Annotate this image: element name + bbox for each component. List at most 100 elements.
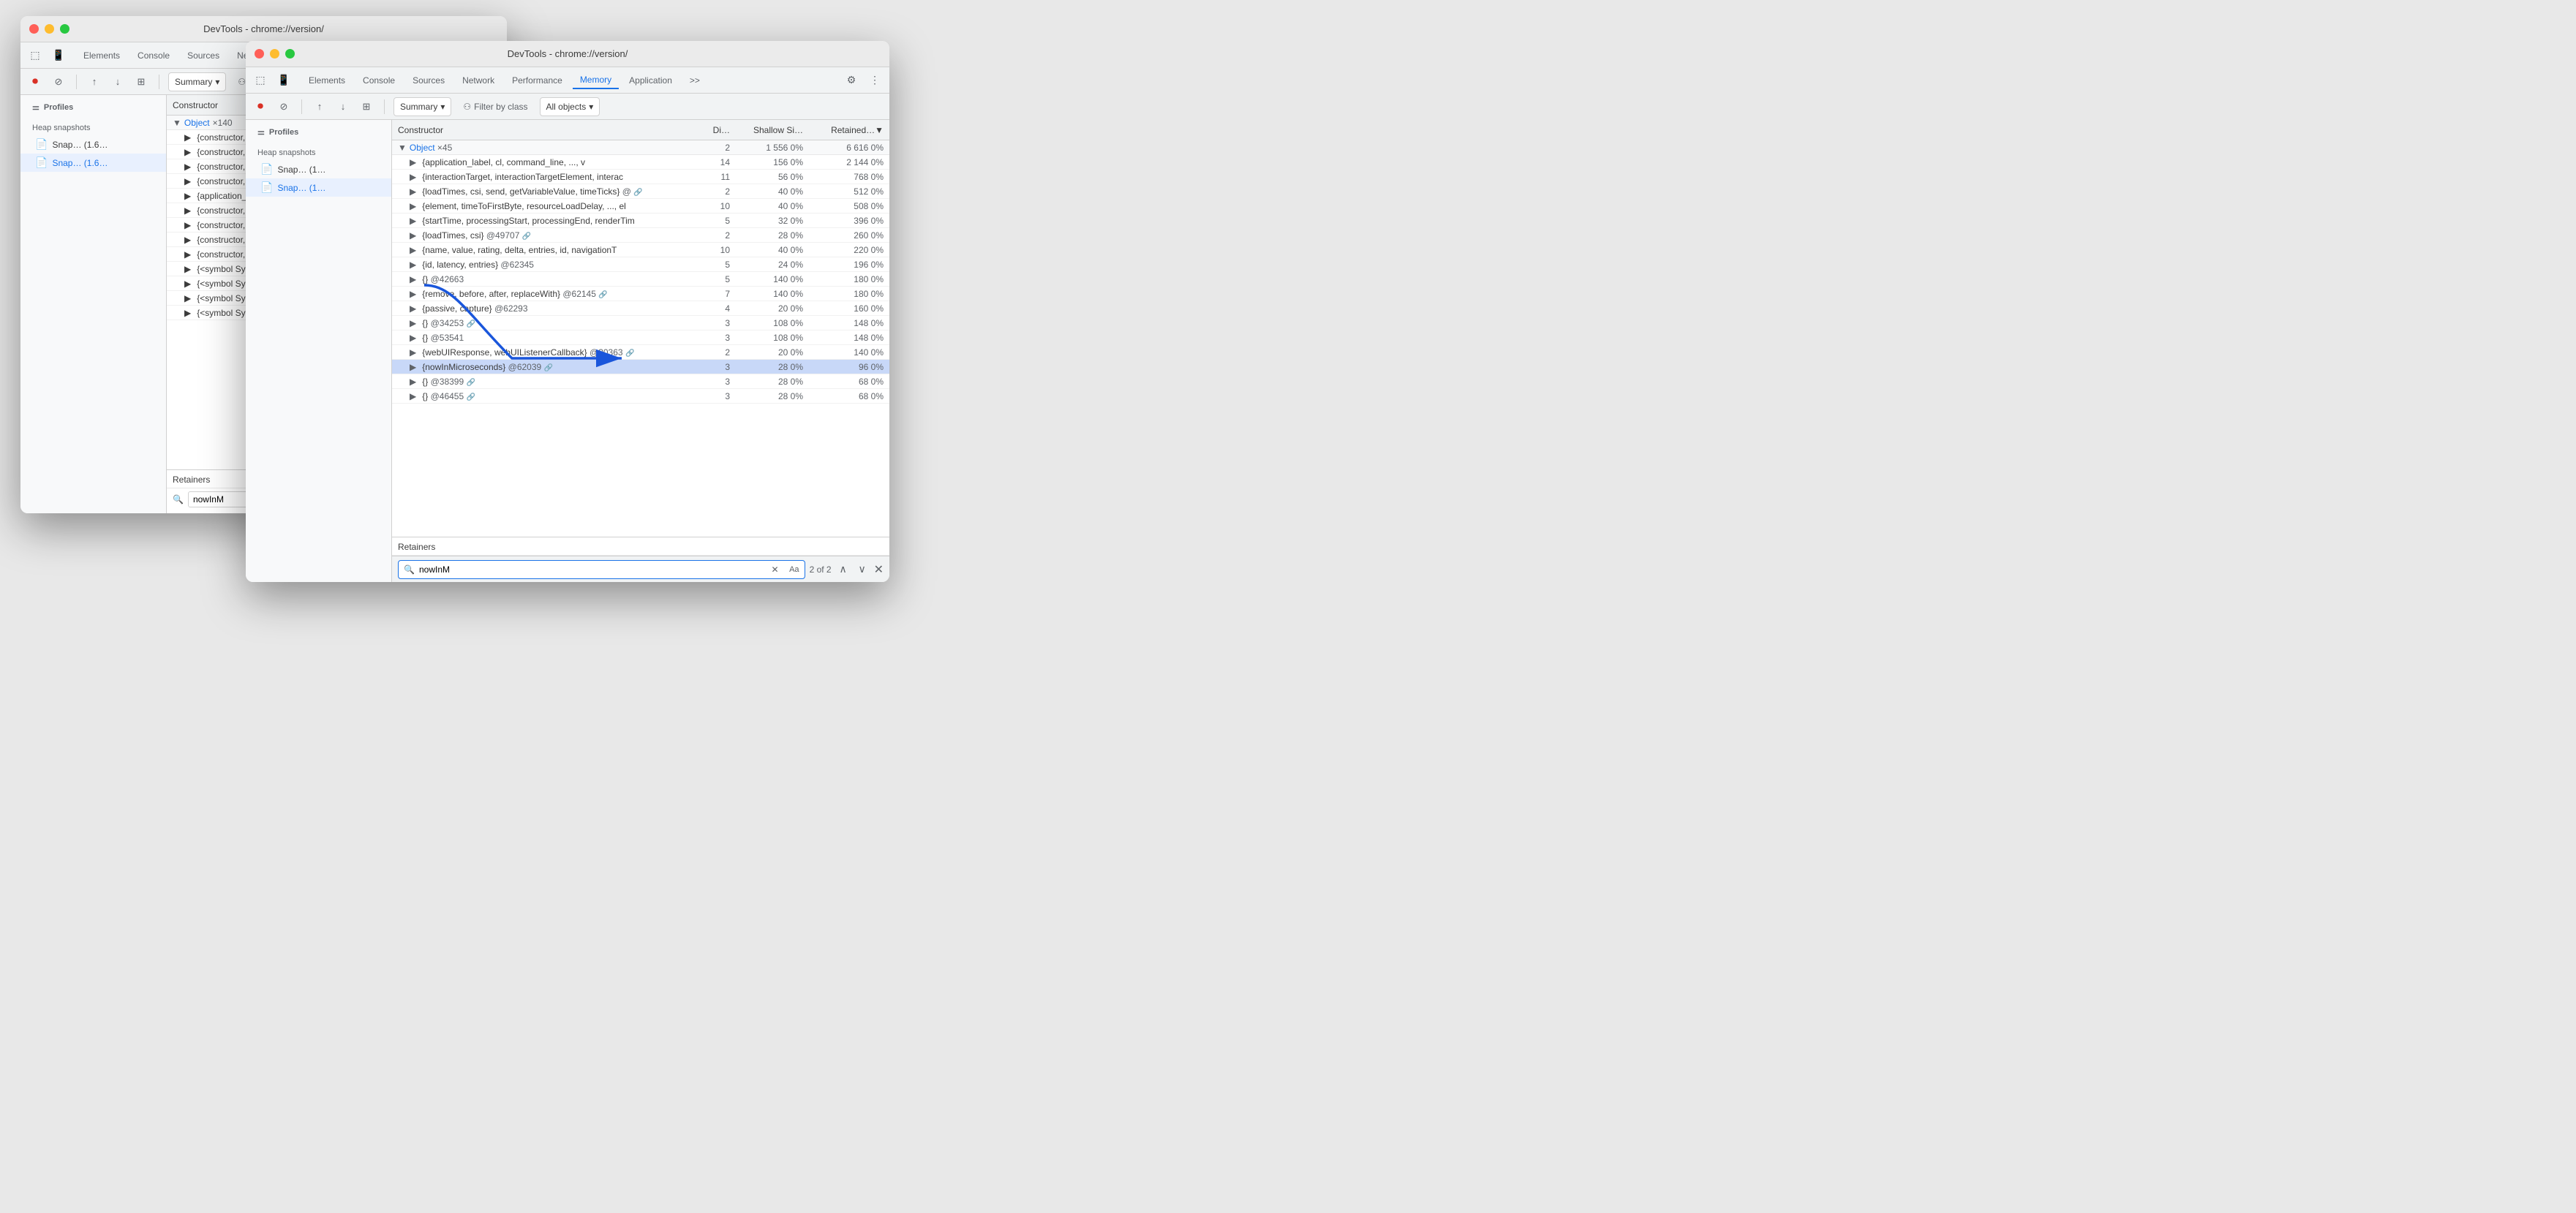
search-aa-btn[interactable]: Aa: [789, 565, 799, 574]
data-row-10: ▶{remove, before, after, replaceWith} @6…: [392, 287, 889, 301]
sidebar-adjust-icon: ⚌: [32, 102, 39, 112]
close-button-2[interactable]: [255, 49, 264, 58]
titlebar-1: DevTools - chrome://version/: [20, 16, 507, 42]
inspect-icon[interactable]: ⬚: [26, 47, 44, 64]
tab-more-2[interactable]: >>: [682, 72, 707, 88]
snapshot-icon-2a: 📄: [260, 163, 273, 175]
settings-icon-2[interactable]: ⚙: [843, 72, 860, 89]
row-sh-13: 108 0%: [730, 333, 803, 343]
summary-dropdown-2[interactable]: Summary ▾: [393, 97, 451, 116]
retainers-search-icon-1: 🔍: [173, 494, 184, 505]
row-c-5: ▶{startTime, processingStart, processing…: [398, 216, 701, 226]
snapshot-item-2a[interactable]: 📄 Snap… (1…: [246, 160, 391, 178]
sidebar-profiles-title-2: ⚌ Profiles: [246, 120, 391, 141]
row-di-11: 4: [701, 303, 730, 314]
row-c-8: ▶{id, latency, entries} @62345: [398, 260, 701, 270]
expand-arrow-2[interactable]: ▼: [398, 143, 407, 153]
minimize-button-1[interactable]: [45, 24, 54, 34]
snapshot-label-2b: Snap… (1…: [277, 183, 325, 193]
filter-icon-1: ⚇: [238, 77, 246, 87]
data-row-9: ▶{} @42663 5 140 0% 180 0%: [392, 272, 889, 287]
tab-memory-2[interactable]: Memory: [573, 72, 619, 89]
download-btn-2[interactable]: ↓: [334, 98, 352, 116]
expand-arrow-1[interactable]: ▼: [173, 118, 181, 128]
minimize-button-2[interactable]: [270, 49, 279, 58]
search-icon-2: 🔍: [404, 564, 415, 575]
tab-elements-2[interactable]: Elements: [301, 72, 353, 88]
row-sh-16: 28 0%: [730, 377, 803, 387]
search-input-2[interactable]: [398, 560, 805, 579]
row-sh-9: 140 0%: [730, 274, 803, 284]
collect-btn-1[interactable]: ⊞: [132, 73, 150, 91]
search-bar-2: 🔍 ✕ Aa 2 of 2 ∧ ∨ ✕: [392, 556, 889, 582]
clear-btn-2[interactable]: ⊘: [275, 98, 293, 116]
obj-retained: 6 616 0%: [803, 143, 884, 153]
data-row-7: ▶{name, value, rating, delta, entries, i…: [392, 243, 889, 257]
tab-console-2[interactable]: Console: [355, 72, 402, 88]
tab-console-1[interactable]: Console: [130, 48, 177, 64]
search-clear-btn[interactable]: ✕: [772, 564, 779, 575]
devtools-icons-left-2: ⬚ 📱: [252, 72, 293, 89]
main-content-2: Constructor Di… Shallow Si… Retained…▼ ▼…: [392, 120, 889, 582]
window-controls-1[interactable]: [29, 24, 69, 34]
tab-elements-1[interactable]: Elements: [76, 48, 127, 64]
tab-sources-1[interactable]: Sources: [180, 48, 227, 64]
data-row-16: ▶{} @38399 🔗 3 28 0% 68 0%: [392, 374, 889, 389]
sidebar-1: ⚌ Profiles Heap snapshots 📄 Snap… (1.6… …: [20, 95, 167, 513]
col-di-2: Di…: [701, 125, 730, 135]
tab-performance-2[interactable]: Performance: [505, 72, 570, 88]
row-rt-3: 512 0%: [803, 186, 884, 197]
separator-4: [384, 99, 385, 114]
upload-btn-1[interactable]: ↑: [86, 73, 103, 91]
sidebar-adjust-icon-2: ⚌: [257, 127, 265, 137]
more-icon-2[interactable]: ⋮: [866, 72, 884, 89]
window-controls-2[interactable]: [255, 49, 295, 58]
collect-btn-2[interactable]: ⊞: [358, 98, 375, 116]
device-icon-2[interactable]: 📱: [275, 72, 293, 89]
clear-btn-1[interactable]: ⊘: [50, 73, 67, 91]
row-rt-9: 180 0%: [803, 274, 884, 284]
data-row-6: ▶{loadTimes, csi} @49707 🔗 2 28 0% 260 0…: [392, 228, 889, 243]
tab-network-2[interactable]: Network: [455, 72, 502, 88]
tab-sources-2[interactable]: Sources: [405, 72, 452, 88]
summary-arrow-2: ▾: [440, 102, 445, 112]
close-button-1[interactable]: [29, 24, 39, 34]
inspect-icon-2[interactable]: ⬚: [252, 72, 269, 89]
data-row-14: ▶{webUIResponse, webUIListenerCallback} …: [392, 345, 889, 360]
row-sh-10: 140 0%: [730, 289, 803, 299]
search-next-btn[interactable]: ∨: [855, 563, 870, 575]
maximize-button-1[interactable]: [60, 24, 69, 34]
objects-dropdown-2[interactable]: All objects ▾: [540, 97, 600, 116]
row-c-1: ▶{application_label, cl, command_line, .…: [398, 157, 701, 167]
row-di-12: 3: [701, 318, 730, 328]
row-c-12: ▶{} @34253 🔗: [398, 318, 701, 328]
search-prev-btn[interactable]: ∧: [836, 563, 851, 575]
devtools-icons-left-1: ⬚ 📱: [26, 47, 67, 64]
row-rt-15: 96 0%: [803, 362, 884, 372]
snapshot-item-2b[interactable]: 📄 Snap… (1…: [246, 178, 391, 197]
device-icon[interactable]: 📱: [50, 47, 67, 64]
row-sh-17: 28 0%: [730, 391, 803, 401]
snapshot-item-1b[interactable]: 📄 Snap… (1.6…: [20, 154, 166, 172]
record-btn-1[interactable]: ⏺: [26, 73, 44, 91]
download-btn-1[interactable]: ↓: [109, 73, 127, 91]
window-2: DevTools - chrome://version/ ⬚ 📱 Element…: [246, 41, 889, 582]
tab-application-2[interactable]: Application: [622, 72, 679, 88]
window-title-2: DevTools - chrome://version/: [508, 48, 628, 59]
object-name-1: Object: [184, 118, 210, 128]
upload-btn-2[interactable]: ↑: [311, 98, 328, 116]
record-btn-2[interactable]: ⏺: [252, 98, 269, 116]
row-rt-13: 148 0%: [803, 333, 884, 343]
table-body-2[interactable]: ▼ Object ×45 2 1 556 0% 6 616 0% ▶{appli…: [392, 140, 889, 537]
row-sh-7: 40 0%: [730, 245, 803, 255]
row-c-15: ▶{nowInMicroseconds} @62039 🔗: [398, 362, 701, 372]
row-di-3: 2: [701, 186, 730, 197]
snapshot-item-1a[interactable]: 📄 Snap… (1.6…: [20, 135, 166, 154]
maximize-button-2[interactable]: [285, 49, 295, 58]
filter-btn-2[interactable]: ⚇ Filter by class: [457, 97, 533, 116]
retainers-title-2: Retainers: [392, 537, 889, 556]
summary-dropdown-1[interactable]: Summary ▾: [168, 72, 226, 91]
row-sh-2: 56 0%: [730, 172, 803, 182]
search-close-btn[interactable]: ✕: [874, 562, 884, 577]
row-di-9: 5: [701, 274, 730, 284]
